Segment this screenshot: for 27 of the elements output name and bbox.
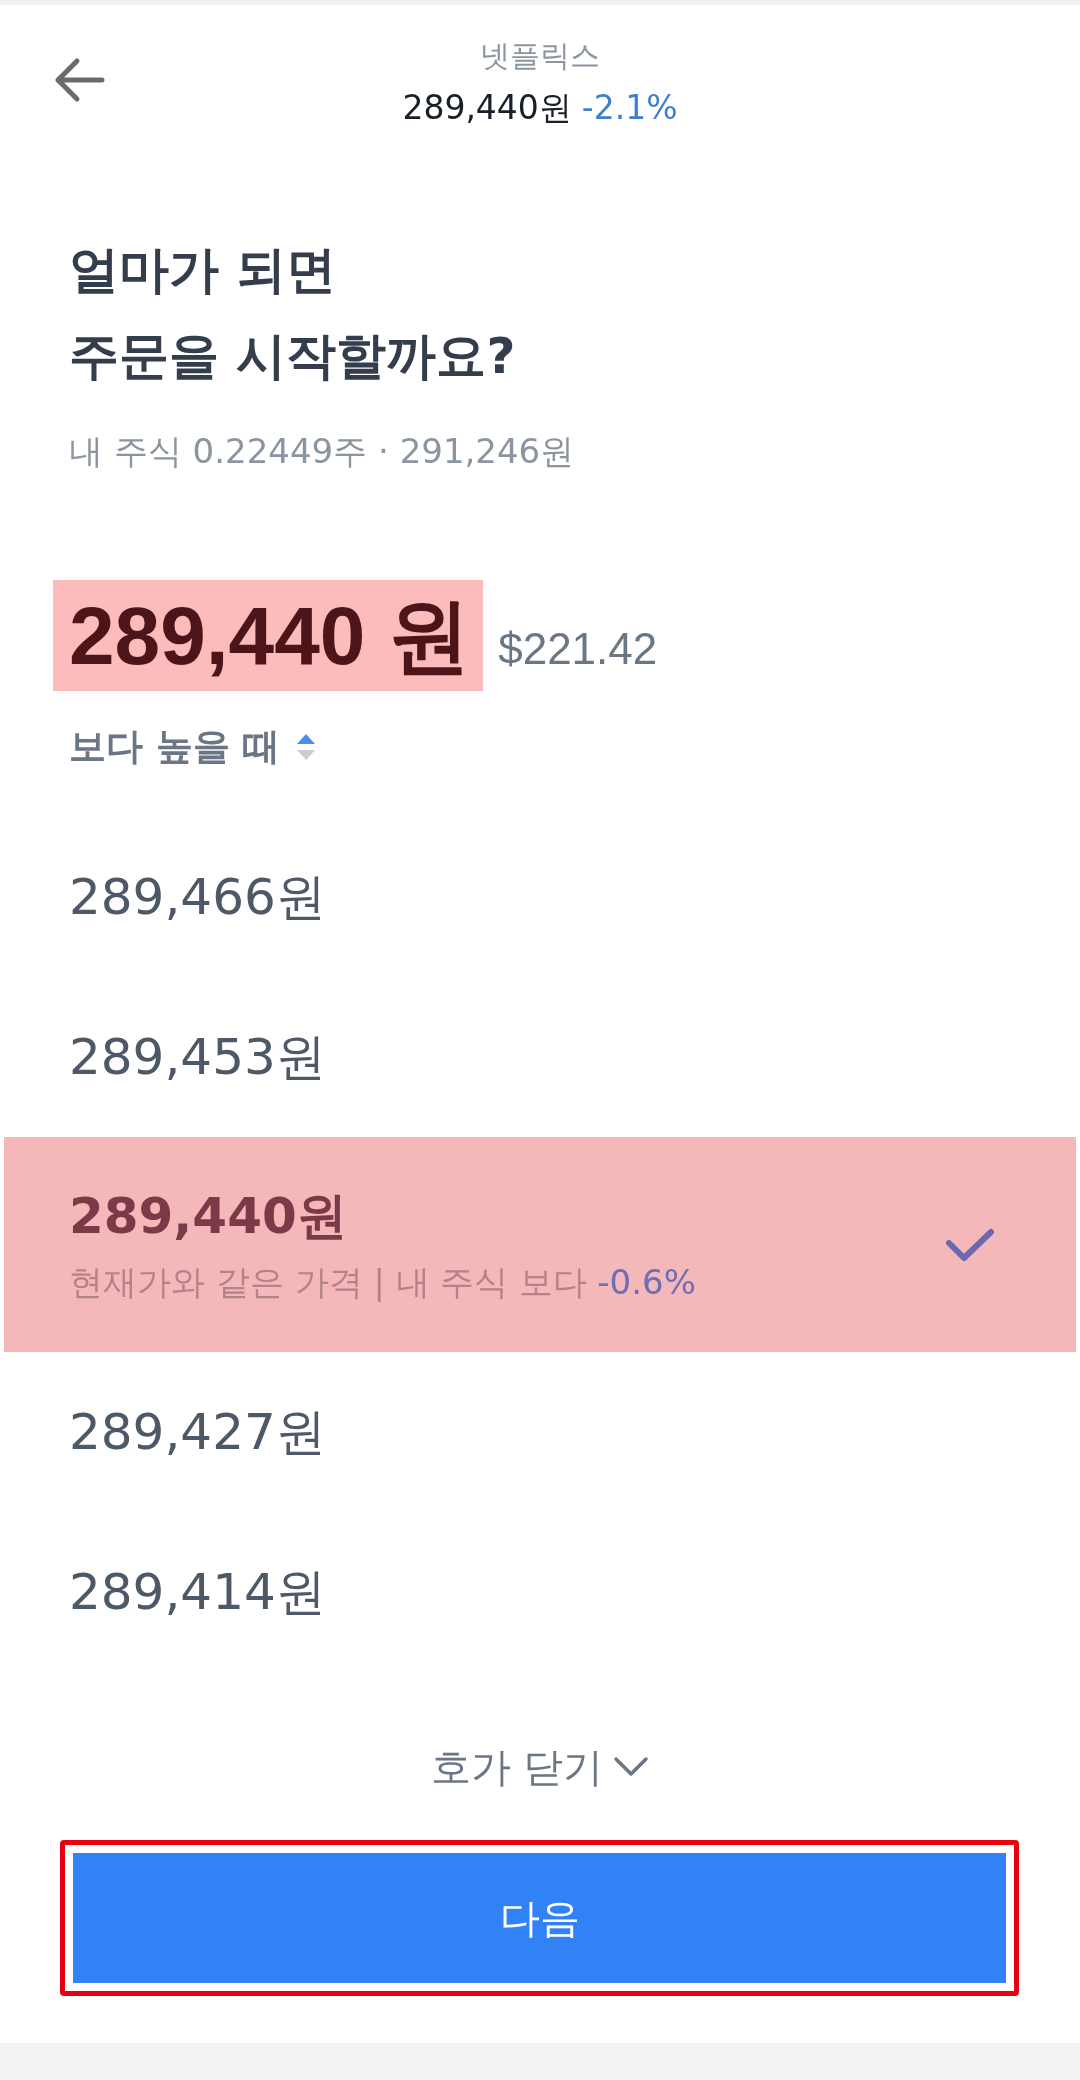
stock-name: 넷플릭스: [480, 37, 600, 75]
target-price: 289,440 원: [53, 580, 484, 691]
price-note: 현재가와 같은 가격 | 내 주식 보다: [69, 1260, 588, 1304]
price-change: -2.1%: [581, 87, 678, 129]
order-book-toggle[interactable]: 호가 닫기: [430, 1739, 650, 1795]
price-row[interactable]: 289,414원: [0, 1512, 1080, 1672]
row-price: 289,466원: [69, 867, 326, 927]
question-heading: 주문을 시작할까요?: [69, 326, 516, 387]
check-icon: [945, 1227, 995, 1262]
price-row[interactable]: 289,466원: [0, 817, 1080, 977]
price-row[interactable]: 289,440원 현재가와 같은 가격 | 내 주식 보다 -0.6%: [4, 1137, 1076, 1352]
row-price: 289,414원: [69, 1562, 326, 1622]
row-price: 289,453원: [69, 1027, 326, 1087]
sort-icon: [295, 733, 316, 761]
current-price: 289,440원: [402, 87, 572, 129]
price-diff: -0.6%: [597, 1260, 696, 1304]
chevron-down-icon: [613, 1756, 650, 1778]
price-row[interactable]: 289,453원: [0, 977, 1080, 1137]
next-button[interactable]: 다음: [73, 1853, 1006, 1983]
price-row[interactable]: 289,427원: [0, 1352, 1080, 1512]
holding-summary: 내 주식 0.22449주 · 291,246원: [69, 430, 575, 473]
back-arrow-icon[interactable]: [53, 57, 105, 103]
row-price: 289,427원: [69, 1402, 326, 1462]
row-price: 289,440원: [69, 1185, 348, 1246]
condition-selector[interactable]: 보다 높을 때: [69, 724, 316, 770]
question-heading: 얼마가 되면: [69, 240, 338, 301]
usd-price: $221.42: [498, 624, 658, 674]
